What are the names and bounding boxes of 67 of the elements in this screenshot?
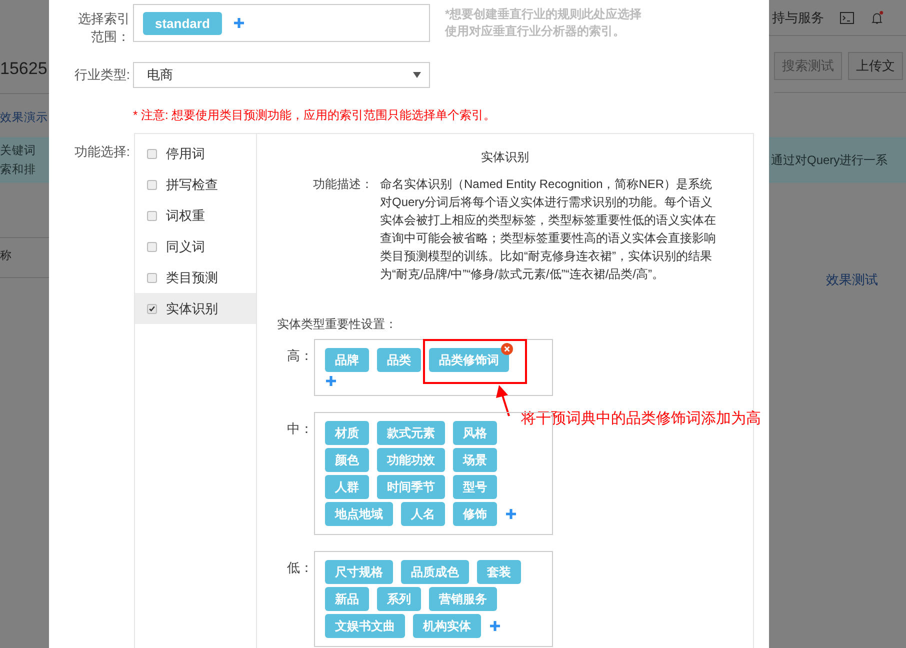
entity-tag[interactable]: 修饰 (453, 502, 497, 526)
entity-tag[interactable]: 颜色 (325, 448, 369, 472)
level-label: 中： (287, 420, 314, 438)
description-label: 功能描述： (313, 176, 374, 193)
entity-tag[interactable]: 营销服务 (429, 587, 497, 611)
description-text: 命名实体识别（Named Entity Recognition，简称NER）是系统对Query分词后将每个语义实体进行需求识别的功能。每个语义实体会被打上相应的类型标签，类型标签重要性低的语义实体在查询中可能会被省略；类型标签重要性高的语义实体会直接影响类目预测模型的训练。比如“耐克修身连衣裙”，实体识别的结果为“耐克/品牌/中”“修身/款式元素/低”“连衣裙/品类/高”。 (380, 176, 717, 283)
caret-icon (413, 72, 421, 78)
banner-text: 通过对Query进行一系 (771, 152, 889, 168)
entity-tag[interactable]: 品质成色 (401, 560, 469, 584)
checkbox[interactable] (147, 210, 157, 220)
entity-tag[interactable]: 尺寸规格 (325, 560, 393, 584)
entity-tag[interactable]: 人群 (325, 475, 369, 499)
nav-text[interactable]: 持与服务 (772, 8, 824, 26)
entity-tag[interactable]: 款式元素 (377, 421, 445, 445)
index-scope-field[interactable]: standard (133, 4, 430, 42)
section-title: 实体识别 (480, 149, 530, 166)
feature-item[interactable]: 词权重 (135, 200, 256, 231)
checkbox[interactable] (147, 272, 157, 282)
level-label: 低： (287, 559, 314, 577)
entity-tag[interactable]: 品类 (377, 348, 421, 372)
index-tag: standard (143, 12, 222, 34)
notice-text: * 注意: 想要使用类目预测功能，应用的索引范围只能选择单个索引。 (133, 107, 497, 124)
add-icon[interactable] (232, 17, 245, 29)
checkbox[interactable] (147, 148, 157, 158)
entity-tag[interactable]: 时间季节 (377, 475, 445, 499)
banner-text: 关键词 (0, 144, 37, 158)
entity-tag[interactable]: 型号 (453, 475, 497, 499)
entity-tag[interactable]: 品类修饰词 (429, 348, 509, 372)
feature-item[interactable]: 停用词 (135, 138, 256, 169)
level-label: 高： (287, 347, 314, 365)
feature-item[interactable]: 实体识别 (135, 293, 256, 324)
terminal-icon[interactable] (840, 10, 854, 24)
entity-tag[interactable]: 品牌 (325, 348, 369, 372)
feature-item[interactable]: 同义词 (135, 231, 256, 262)
entity-tag[interactable]: 套装 (477, 560, 521, 584)
field-label: 功能选择: (73, 143, 130, 161)
entity-tag[interactable]: 风格 (453, 421, 497, 445)
add-icon[interactable] (505, 508, 517, 520)
toolbar-button[interactable]: 搜索测试 (774, 52, 842, 80)
bell-icon[interactable] (870, 10, 884, 24)
feature-item[interactable]: 拼写检查 (135, 169, 256, 200)
field-label: 选择索引范围： (77, 10, 130, 46)
entity-tag[interactable]: 系列 (377, 587, 421, 611)
feature-item[interactable]: 类目预测 (135, 262, 256, 293)
field-label: 行业类型: (73, 66, 130, 84)
add-icon[interactable] (325, 375, 337, 387)
entity-tag[interactable]: 机构实体 (413, 614, 481, 638)
entity-tag[interactable]: 地点地域 (325, 502, 393, 526)
entity-tag[interactable]: 新品 (325, 587, 369, 611)
entity-tag[interactable]: 人名 (401, 502, 445, 526)
test-link[interactable]: 效果测试 (826, 271, 906, 289)
checkbox[interactable] (147, 180, 157, 190)
banner-text: 索和排 (0, 162, 37, 177)
hint-text: *想要创建垂直行业的规则此处应选择 (445, 6, 642, 23)
industry-select[interactable]: 电商 (133, 62, 430, 88)
add-icon[interactable] (489, 620, 501, 632)
remove-icon[interactable] (501, 343, 513, 355)
entity-tag[interactable]: 功能功效 (377, 448, 445, 472)
entity-tag[interactable]: 场景 (453, 448, 497, 472)
toolbar-button[interactable]: 上传文 (848, 52, 903, 80)
hint-text: 使用对应垂直行业分析器的索引。 (445, 23, 626, 40)
demo-link[interactable]: 效果演示 (0, 110, 49, 125)
checkbox[interactable] (147, 242, 157, 252)
entity-tag[interactable]: 文娱书文曲 (325, 614, 405, 638)
entity-tag[interactable]: 材质 (325, 421, 369, 445)
checkbox[interactable] (147, 304, 157, 314)
importance-title: 实体类型重要性设置： (277, 316, 398, 333)
